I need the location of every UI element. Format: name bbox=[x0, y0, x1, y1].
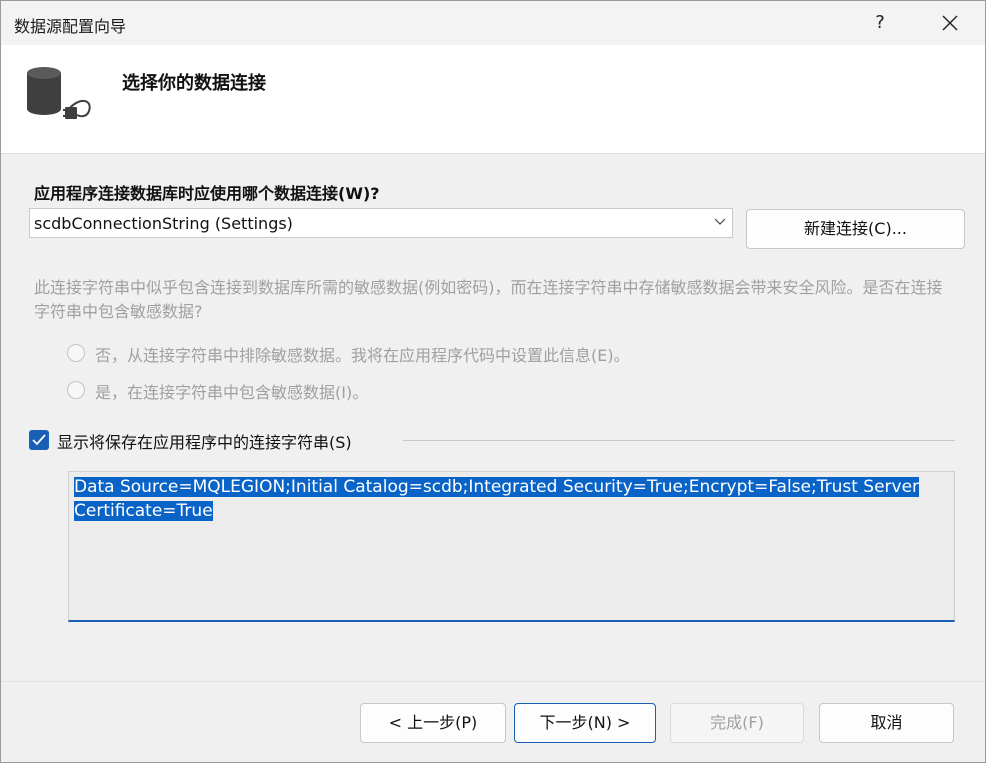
footer-divider bbox=[1, 681, 985, 682]
sensitive-data-warning: 此连接字符串中似乎包含连接到数据库所需的敏感数据(例如密码)，而在连接字符串中存… bbox=[34, 278, 943, 321]
connection-selected-value: scdbConnectionString (Settings) bbox=[34, 214, 293, 233]
show-connection-string-label[interactable]: 显示将保存在应用程序中的连接字符串(S) bbox=[57, 429, 352, 453]
connection-string-textarea[interactable]: Data Source=MQLEGION;Initial Catalog=scd… bbox=[68, 471, 955, 622]
wizard-header: 选择你的数据连接 bbox=[1, 45, 985, 154]
radio-circle bbox=[67, 381, 85, 399]
finish-button[interactable]: 完成(F) bbox=[670, 703, 804, 743]
title-bar: 数据源配置向导 ? bbox=[1, 1, 985, 45]
close-icon bbox=[942, 15, 958, 31]
help-button[interactable]: ? bbox=[857, 1, 903, 45]
close-button[interactable] bbox=[927, 1, 973, 45]
show-connection-string-checkbox[interactable] bbox=[29, 430, 49, 450]
radio-circle bbox=[67, 344, 85, 362]
page-title: 选择你的数据连接 bbox=[122, 73, 266, 94]
chevron-down-icon bbox=[714, 218, 726, 225]
connection-string-line-1: Data Source=MQLEGION;Initial Catalog=scd… bbox=[74, 477, 920, 497]
radio-label: 是，在连接字符串中包含敏感数据(I)。 bbox=[95, 383, 369, 402]
cancel-button[interactable]: 取消 bbox=[819, 703, 954, 743]
connection-dropdown[interactable]: scdbConnectionString (Settings) bbox=[29, 208, 733, 238]
connection-string-line-2: Certificate=True bbox=[74, 501, 213, 521]
next-button[interactable]: 下一步(N) > bbox=[514, 703, 656, 743]
checkmark-icon bbox=[32, 434, 46, 446]
database-plug-icon bbox=[27, 67, 91, 119]
dialog-window: 数据源配置向导 ? 选择你的数据连接 应用程序连接数据库时应使用哪个数据连接(W… bbox=[0, 0, 986, 763]
connection-string-text: Data Source=MQLEGION;Initial Catalog=scd… bbox=[74, 475, 934, 523]
previous-button[interactable]: < 上一步(P) bbox=[360, 703, 506, 743]
connection-question: 应用程序连接数据库时应使用哪个数据连接(W)? bbox=[34, 184, 380, 203]
show-connection-string-row: 显示将保存在应用程序中的连接字符串(S) bbox=[29, 429, 959, 453]
window-title: 数据源配置向导 bbox=[14, 17, 127, 36]
separator-line bbox=[403, 440, 955, 441]
radio-label: 否，从连接字符串中排除敏感数据。我将在应用程序代码中设置此信息(E)。 bbox=[95, 346, 630, 365]
new-connection-button[interactable]: 新建连接(C)... bbox=[746, 209, 965, 249]
